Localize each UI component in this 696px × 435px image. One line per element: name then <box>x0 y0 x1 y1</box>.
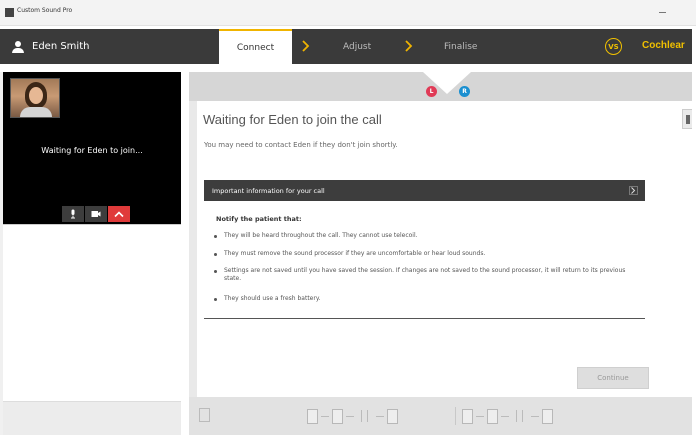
minimize-icon[interactable] <box>659 12 666 13</box>
content-area: Waiting for Eden to join the call You ma… <box>197 101 692 397</box>
step-finalise[interactable]: Finalise <box>444 29 477 64</box>
divider <box>204 318 645 319</box>
processor-icon[interactable] <box>307 408 318 424</box>
call-panel: Waiting for Eden to join... <box>0 72 181 435</box>
remote-video: Waiting for Eden to join... <box>3 72 181 224</box>
hang-up-icon <box>114 210 124 217</box>
coil-icon[interactable] <box>487 408 498 424</box>
right-ear-indicator[interactable]: R <box>459 86 470 97</box>
patient-name: Eden Smith <box>32 41 90 52</box>
important-info-label: Important information for your call <box>212 186 325 195</box>
right-device-chain <box>449 407 553 425</box>
microphone-button[interactable] <box>62 206 84 222</box>
ear-indicator-strip: L R <box>189 72 692 101</box>
app-icon <box>5 8 14 17</box>
workflow-steps: Connect Adjust Finalise <box>219 29 589 64</box>
call-controls <box>62 206 130 222</box>
camera-icon <box>91 211 101 217</box>
microphone-icon <box>71 209 75 219</box>
page-title: Waiting for Eden to join the call <box>203 112 382 127</box>
link-icon <box>359 410 371 422</box>
main-panel: L R Waiting for Eden to join the call Yo… <box>189 72 692 435</box>
coil-icon[interactable] <box>332 408 343 424</box>
window-title: Custom Sound Pro <box>17 7 73 14</box>
brand-logo: Cochlear <box>642 40 685 51</box>
list-item: They will be heard throughout the call. … <box>214 232 634 240</box>
important-info-header[interactable]: Important information for your call <box>204 180 645 201</box>
collapse-icon[interactable] <box>628 185 639 196</box>
left-device-chain <box>307 408 398 424</box>
hang-up-button[interactable] <box>108 206 130 222</box>
list-item: Settings are not saved until you have sa… <box>214 267 634 283</box>
link-icon <box>514 410 526 422</box>
step-connect[interactable]: Connect <box>219 29 292 64</box>
notify-heading: Notify the patient that: <box>216 215 302 223</box>
camera-button[interactable] <box>85 206 107 222</box>
patient-info[interactable]: Eden Smith <box>12 29 89 64</box>
list-item: They should use a fresh battery. <box>214 295 634 303</box>
clinician-avatar[interactable]: VS <box>605 38 622 55</box>
title-bar: Custom Sound Pro <box>0 0 696 26</box>
call-panel-footer <box>3 401 181 435</box>
processor-icon[interactable] <box>462 408 473 424</box>
left-ear-indicator[interactable]: L <box>426 86 437 97</box>
device-toolbar <box>189 397 692 435</box>
user-icon <box>12 40 24 53</box>
side-panel-tab[interactable] <box>682 109 692 129</box>
page-subtitle: You may need to contact Eden if they don… <box>204 141 398 149</box>
document-icon[interactable] <box>199 408 210 422</box>
call-waiting-text: Waiting for Eden to join... <box>41 146 143 155</box>
step-adjust[interactable]: Adjust <box>343 29 371 64</box>
self-view-thumbnail <box>10 78 60 118</box>
implant-icon[interactable] <box>542 408 553 424</box>
implant-icon[interactable] <box>387 408 398 424</box>
app-header: Eden Smith Connect Adjust Finalise VS Co… <box>0 29 692 64</box>
continue-button[interactable]: Continue <box>577 367 649 389</box>
list-item: They must remove the sound processor if … <box>214 250 634 258</box>
